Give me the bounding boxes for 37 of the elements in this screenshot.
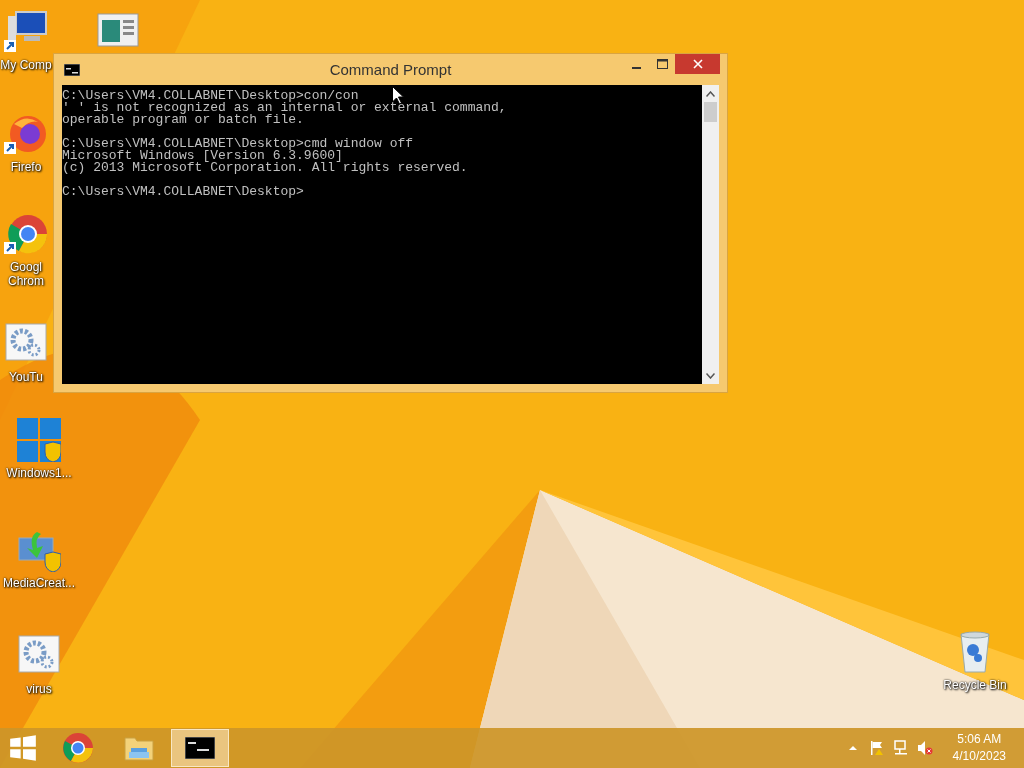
icon-label: YouTu	[9, 370, 43, 384]
console-icon	[185, 737, 215, 759]
clock-date: 4/10/2023	[952, 748, 1006, 765]
chrome-icon	[62, 732, 94, 764]
icon-label: MediaCreat...	[3, 576, 75, 590]
computer-icon[interactable]	[4, 10, 48, 54]
console-line: C:\Users\VM4.COLLABNET\Desktop>con/con	[62, 90, 359, 102]
network-icon[interactable]	[892, 740, 909, 756]
icon-label: Windows1...	[6, 466, 72, 480]
console-line: C:\Users\VM4.COLLABNET\Desktop>	[62, 186, 304, 198]
console-line: (c) 2013 Microsoft Corporation. All rights reserved.	[62, 162, 468, 174]
minimize-icon	[631, 67, 641, 69]
icon-label: Googl Chrom	[7, 260, 45, 288]
maximize-icon	[656, 59, 668, 69]
speaker-muted-icon[interactable]	[916, 740, 933, 756]
clock-time: 5:06 AM	[957, 731, 1002, 748]
console-line: C:\Users\VM4.COLLABNET\Desktop>cmd window off	[62, 138, 414, 150]
close-icon	[692, 59, 703, 69]
icon-label: Firefo	[10, 160, 42, 174]
console-line: Microsoft Windows [Version 6.3.9600]	[62, 150, 343, 162]
icon-label: Recycle Bin	[943, 678, 1007, 692]
windows-logo-icon	[9, 734, 37, 762]
window-title: Command Prompt	[329, 61, 452, 78]
console-line: operable program or batch file.	[62, 114, 304, 126]
scrollbar[interactable]	[702, 85, 719, 384]
console-icon	[64, 63, 80, 76]
windows-logo-icon[interactable]	[17, 418, 61, 462]
scroll-down-icon[interactable]	[706, 372, 715, 379]
scroll-up-icon[interactable]	[706, 90, 715, 97]
taskbar-button[interactable]	[171, 729, 229, 767]
flag-icon[interactable]	[868, 740, 885, 756]
icon-label: virus	[26, 682, 52, 696]
scroll-thumb[interactable]	[704, 102, 717, 122]
console-line: ' ' is not recognized as an internal or external command,	[62, 102, 507, 114]
chrome-icon[interactable]	[4, 212, 48, 256]
clock[interactable]: 5:06 AM 4/10/2023	[952, 731, 1006, 765]
icon-label: My Comp	[0, 58, 52, 72]
